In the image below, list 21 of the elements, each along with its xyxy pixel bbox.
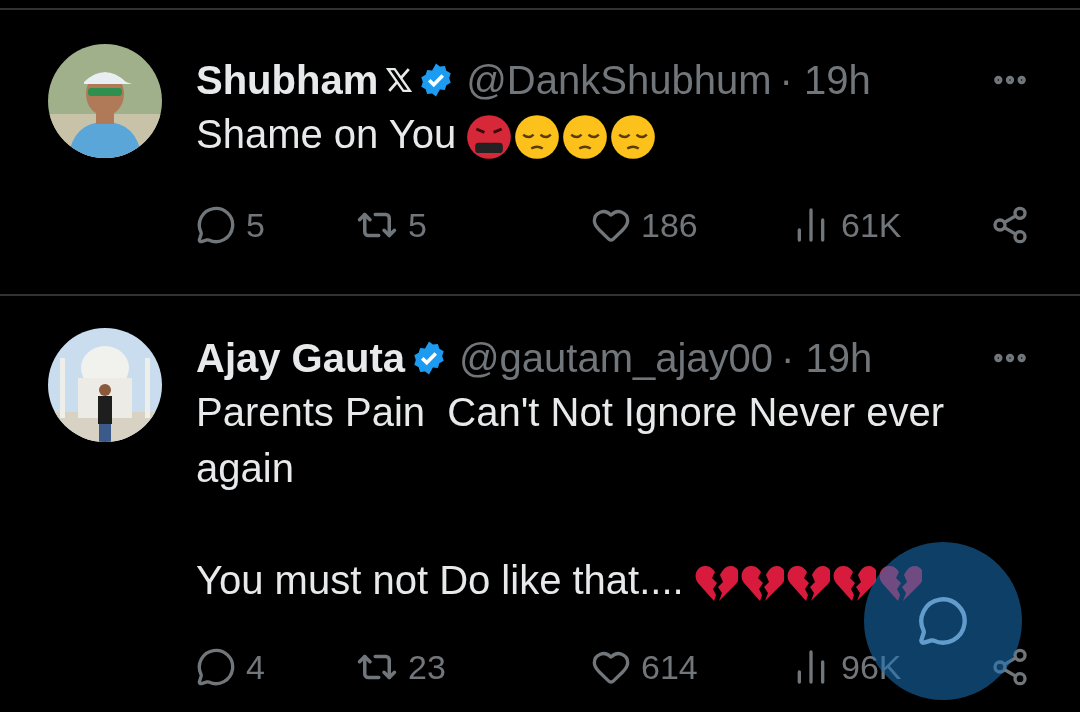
user-handle[interactable]: @DankShubhum [466, 57, 772, 103]
post-text: You must not Do like that.... [196, 558, 684, 602]
reply-icon[interactable] [196, 205, 236, 245]
repost-count: 5 [408, 205, 427, 245]
user-handle[interactable]: @gautam_ajay00 [458, 335, 774, 381]
reply-count: 5 [246, 205, 265, 245]
repost-count: 23 [408, 647, 446, 687]
display-name[interactable]: Shubham [196, 57, 379, 103]
post-time: · 19h [779, 57, 871, 103]
reply-icon[interactable] [196, 647, 236, 687]
post-text: Shame on You [196, 112, 457, 156]
share-icon[interactable] [990, 647, 1030, 687]
display-name[interactable]: Ajay Gauta [196, 335, 405, 381]
reply-count: 4 [246, 647, 265, 687]
chat-bubble-icon [917, 595, 969, 647]
post-text: Parents Pain Can't Not Ignore Never ever again [196, 390, 945, 490]
like-count: 614 [641, 647, 698, 687]
view-count: 61K [841, 205, 902, 245]
post-time: · 19h [781, 335, 873, 381]
like-count: 186 [641, 205, 698, 245]
share-icon[interactable] [990, 205, 1030, 245]
